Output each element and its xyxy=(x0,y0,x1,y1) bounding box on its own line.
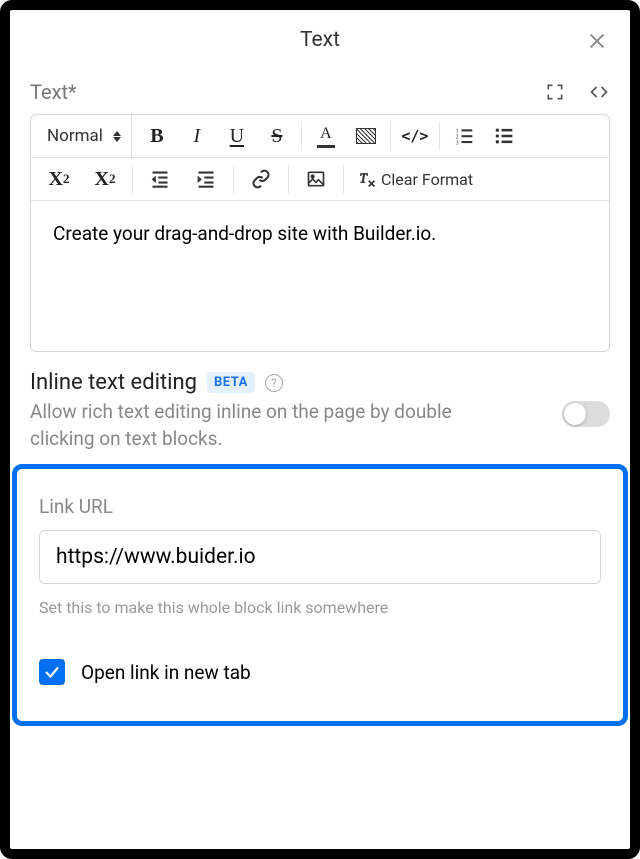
toolbar-separator xyxy=(288,165,289,193)
format-select-value: Normal xyxy=(47,126,103,146)
toolbar-separator xyxy=(343,165,344,193)
outdent-button[interactable] xyxy=(138,158,182,200)
beta-badge: BETA xyxy=(207,372,255,393)
open-new-tab-label: Open link in new tab xyxy=(81,661,251,684)
toolbar-separator xyxy=(390,122,391,150)
italic-button[interactable]: I xyxy=(178,115,216,157)
clear-format-button[interactable]: T Clear Format xyxy=(349,158,481,200)
image-button[interactable] xyxy=(294,158,338,200)
help-button[interactable]: ? xyxy=(265,374,283,392)
panel-title: Text xyxy=(300,28,340,52)
text-color-button[interactable]: A xyxy=(307,115,345,157)
inline-editing-description: Allow rich text editing inline on the pa… xyxy=(30,399,470,452)
toolbar-separator xyxy=(439,122,440,150)
strikethrough-button[interactable]: S xyxy=(258,115,296,157)
clear-format-label: Clear Format xyxy=(381,170,473,189)
toolbar-separator xyxy=(233,165,234,193)
toolbar-row-1: Normal B I U S A </> 123 xyxy=(31,115,609,158)
highlight-icon xyxy=(356,128,376,144)
toolbar-separator xyxy=(301,122,302,150)
link-url-input[interactable] xyxy=(39,530,601,584)
toolbar-separator xyxy=(132,165,133,193)
indent-button[interactable] xyxy=(184,158,228,200)
toolbar-row-2: X2 X2 T Clear Format xyxy=(31,158,609,201)
fullscreen-icon xyxy=(545,82,565,102)
image-icon xyxy=(306,169,326,189)
sort-icon xyxy=(113,131,121,142)
editor-content[interactable]: Create your drag-and-drop site with Buil… xyxy=(31,201,609,351)
close-icon xyxy=(586,30,608,52)
open-new-tab-checkbox[interactable] xyxy=(39,659,65,685)
link-url-label: Link URL xyxy=(39,495,601,518)
text-field-label: Text* xyxy=(30,80,77,104)
superscript-button[interactable]: X2 xyxy=(83,158,127,200)
bold-button[interactable]: B xyxy=(138,115,176,157)
ordered-list-button[interactable]: 123 xyxy=(445,115,483,157)
outdent-icon xyxy=(150,169,170,189)
link-icon xyxy=(251,169,271,189)
rich-text-editor: Normal B I U S A </> 123 X2 X2 xyxy=(30,114,610,352)
ordered-list-icon: 123 xyxy=(454,126,474,146)
indent-icon xyxy=(196,169,216,189)
svg-text:T: T xyxy=(360,170,369,185)
subscript-button[interactable]: X2 xyxy=(37,158,81,200)
close-button[interactable] xyxy=(584,28,610,54)
unordered-list-icon xyxy=(494,126,514,146)
check-icon xyxy=(43,663,61,681)
format-select[interactable]: Normal xyxy=(37,115,132,157)
unordered-list-button[interactable] xyxy=(485,115,523,157)
svg-text:3: 3 xyxy=(456,140,459,146)
fullscreen-button[interactable] xyxy=(544,81,566,103)
highlight-button[interactable] xyxy=(347,115,385,157)
clear-format-icon: T xyxy=(357,169,377,189)
underline-button[interactable]: U xyxy=(218,115,256,157)
inline-editing-title: Inline text editing xyxy=(30,370,197,395)
code-icon xyxy=(589,82,609,102)
inline-editing-toggle[interactable] xyxy=(562,401,610,427)
code-view-button[interactable] xyxy=(588,81,610,103)
link-url-help: Set this to make this whole block link s… xyxy=(39,598,601,617)
code-block-button[interactable]: </> xyxy=(396,115,434,157)
link-button[interactable] xyxy=(239,158,283,200)
link-url-section: Link URL Set this to make this whole blo… xyxy=(12,464,628,726)
